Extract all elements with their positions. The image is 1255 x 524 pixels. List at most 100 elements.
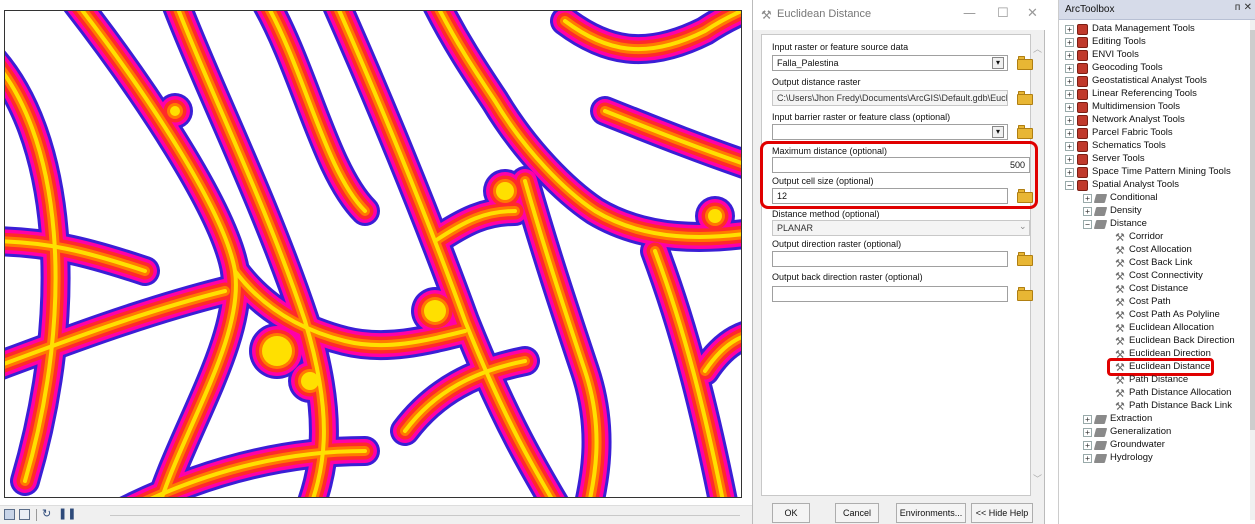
toolset-label: Hydrology — [1110, 452, 1153, 463]
map-horizontal-scroll[interactable] — [110, 515, 740, 516]
distance-blob-4-0 — [496, 182, 514, 200]
expand-icon[interactable]: + — [1083, 415, 1092, 424]
hammer-icon: ⚒ — [1115, 374, 1125, 387]
tool-label: Cost Connectivity — [1129, 270, 1203, 281]
tool-label: Euclidean Back Direction — [1129, 335, 1235, 346]
expand-icon[interactable]: + — [1065, 142, 1074, 151]
distance-blob-4-3 — [708, 209, 722, 223]
pin-close-icon[interactable]: ᴨ ✕ — [1235, 2, 1252, 13]
chevron-down-icon[interactable]: ⌄ — [1019, 222, 1027, 232]
expand-icon[interactable]: + — [1065, 103, 1074, 112]
environments-button[interactable]: Environments... — [896, 503, 966, 523]
toolset-icon — [1093, 415, 1108, 424]
barrier-select[interactable] — [772, 124, 1008, 140]
tool-label: Cost Back Link — [1129, 257, 1193, 268]
barrier-label: Input barrier raster or feature class (o… — [772, 112, 951, 122]
statusbar-separator — [36, 509, 37, 521]
chevron-down-icon[interactable]: ▾ — [992, 57, 1004, 69]
expand-icon[interactable]: + — [1065, 129, 1074, 138]
toolset-label: Groundwater — [1110, 439, 1165, 450]
expand-icon[interactable]: + — [1083, 441, 1092, 450]
toolbox-icon — [1077, 154, 1088, 165]
open-folder-icon[interactable] — [1017, 91, 1033, 105]
expand-icon[interactable]: + — [1065, 155, 1074, 164]
toolset-label: Density — [1110, 205, 1142, 216]
hammer-icon: ⚒ — [1115, 270, 1125, 283]
expand-icon[interactable]: + — [1065, 168, 1074, 177]
tool-label: Cost Distance — [1129, 283, 1189, 294]
toolset-icon — [1093, 454, 1108, 463]
hammer-icon: ⚒ — [1115, 283, 1125, 296]
data-view-icon[interactable] — [4, 509, 15, 520]
expand-icon[interactable]: + — [1083, 428, 1092, 437]
map-frame[interactable] — [4, 10, 742, 498]
toolbox-icon — [1077, 102, 1088, 113]
hammer-icon: ⚒ — [1115, 257, 1125, 270]
toolbox-label: Multidimension Tools — [1092, 101, 1181, 112]
scroll-up-icon[interactable]: ︿ — [1033, 42, 1042, 55]
output-distance-field[interactable]: C:\Users\Jhon Fredy\Documents\ArcGIS\Def… — [772, 90, 1008, 106]
back-direction-label: Output back direction raster (optional) — [772, 272, 923, 282]
layout-view-icon[interactable] — [19, 509, 30, 520]
toolbox-icon — [1077, 141, 1088, 152]
arctoolbox-panel: ArcToolbox ᴨ ✕ + Data Management Tools + Ed… — [1058, 0, 1255, 524]
hammer-icon: ⚒ — [761, 8, 772, 22]
collapse-icon[interactable]: − — [1083, 220, 1092, 229]
expand-icon[interactable]: + — [1065, 38, 1074, 47]
expand-icon[interactable]: + — [1065, 64, 1074, 73]
map-view[interactable]: ↻ ❚❚ — [0, 0, 752, 524]
expand-icon[interactable]: + — [1065, 77, 1074, 86]
open-folder-icon[interactable] — [1017, 252, 1033, 266]
chevron-down-icon[interactable]: ▾ — [992, 126, 1004, 138]
distance-method-label: Distance method (optional) — [772, 209, 880, 219]
expand-icon[interactable]: + — [1065, 116, 1074, 125]
expand-icon[interactable]: + — [1065, 51, 1074, 60]
toolset-icon — [1093, 441, 1108, 450]
toolbox-label: Geocoding Tools — [1092, 62, 1163, 73]
open-folder-icon[interactable] — [1017, 56, 1033, 70]
hammer-icon: ⚒ — [1115, 296, 1125, 309]
expand-icon[interactable]: + — [1065, 90, 1074, 99]
hide-help-button[interactable]: << Hide Help — [971, 503, 1033, 523]
toolbox-label: ENVI Tools — [1092, 49, 1139, 60]
pause-icon[interactable]: ❚❚ — [58, 507, 76, 520]
close-button[interactable]: ✕ — [1027, 6, 1038, 21]
open-folder-icon[interactable] — [1017, 287, 1033, 301]
toolbox-label: Server Tools — [1092, 153, 1145, 164]
cancel-button[interactable]: Cancel — [835, 503, 879, 523]
expand-icon[interactable]: + — [1083, 194, 1092, 203]
expand-icon[interactable]: + — [1083, 454, 1092, 463]
direction-raster-field[interactable] — [772, 251, 1008, 267]
toolbox-icon — [1077, 76, 1088, 87]
back-direction-field[interactable] — [772, 286, 1008, 302]
hammer-icon: ⚒ — [1115, 309, 1125, 322]
expand-icon[interactable]: + — [1083, 207, 1092, 216]
distance-blob-4-2 — [301, 372, 319, 390]
hammer-icon: ⚒ — [1115, 231, 1125, 244]
scroll-down-icon[interactable]: ﹀ — [1033, 472, 1042, 485]
hammer-icon: ⚒ — [1115, 335, 1125, 348]
expand-icon[interactable]: + — [1065, 25, 1074, 34]
input-raster-label: Input raster or feature source data — [772, 42, 909, 52]
tool-label: Corridor — [1129, 231, 1164, 242]
toolbox-scrollbar[interactable] — [1250, 20, 1255, 520]
maximize-button[interactable]: ☐ — [997, 6, 1009, 21]
dialog-titlebar[interactable]: ⚒ Euclidean Distance — ☐ ✕ — [753, 0, 1046, 30]
input-raster-select[interactable]: Falla_Palestina — [772, 55, 1008, 71]
euclidean-distance-dialog: ⚒ Euclidean Distance — ☐ ✕ Input raster … — [752, 0, 1046, 524]
ok-button[interactable]: OK — [772, 503, 810, 523]
toolset-icon — [1093, 220, 1108, 229]
tool-label: Path Distance Back Link — [1129, 400, 1232, 411]
arcmap-window: ↻ ❚❚ ⚒ Euclidean Distance — ☐ ✕ Input ra… — [0, 0, 1255, 524]
open-folder-icon[interactable] — [1017, 125, 1033, 139]
arctoolbox-title: ArcToolbox — [1065, 4, 1115, 15]
refresh-icon[interactable]: ↻ — [42, 507, 51, 520]
toolbox-icon — [1077, 63, 1088, 74]
dialog-parameters-panel: Input raster or feature source data Fall… — [760, 34, 1038, 496]
minimize-button[interactable]: — — [963, 6, 976, 21]
distance-blob-4-5 — [424, 300, 446, 322]
toolbox-icon — [1077, 180, 1088, 191]
toolset-icon — [1093, 207, 1108, 216]
distance-method-select[interactable]: PLANAR — [772, 220, 1030, 236]
collapse-icon[interactable]: − — [1065, 181, 1074, 190]
